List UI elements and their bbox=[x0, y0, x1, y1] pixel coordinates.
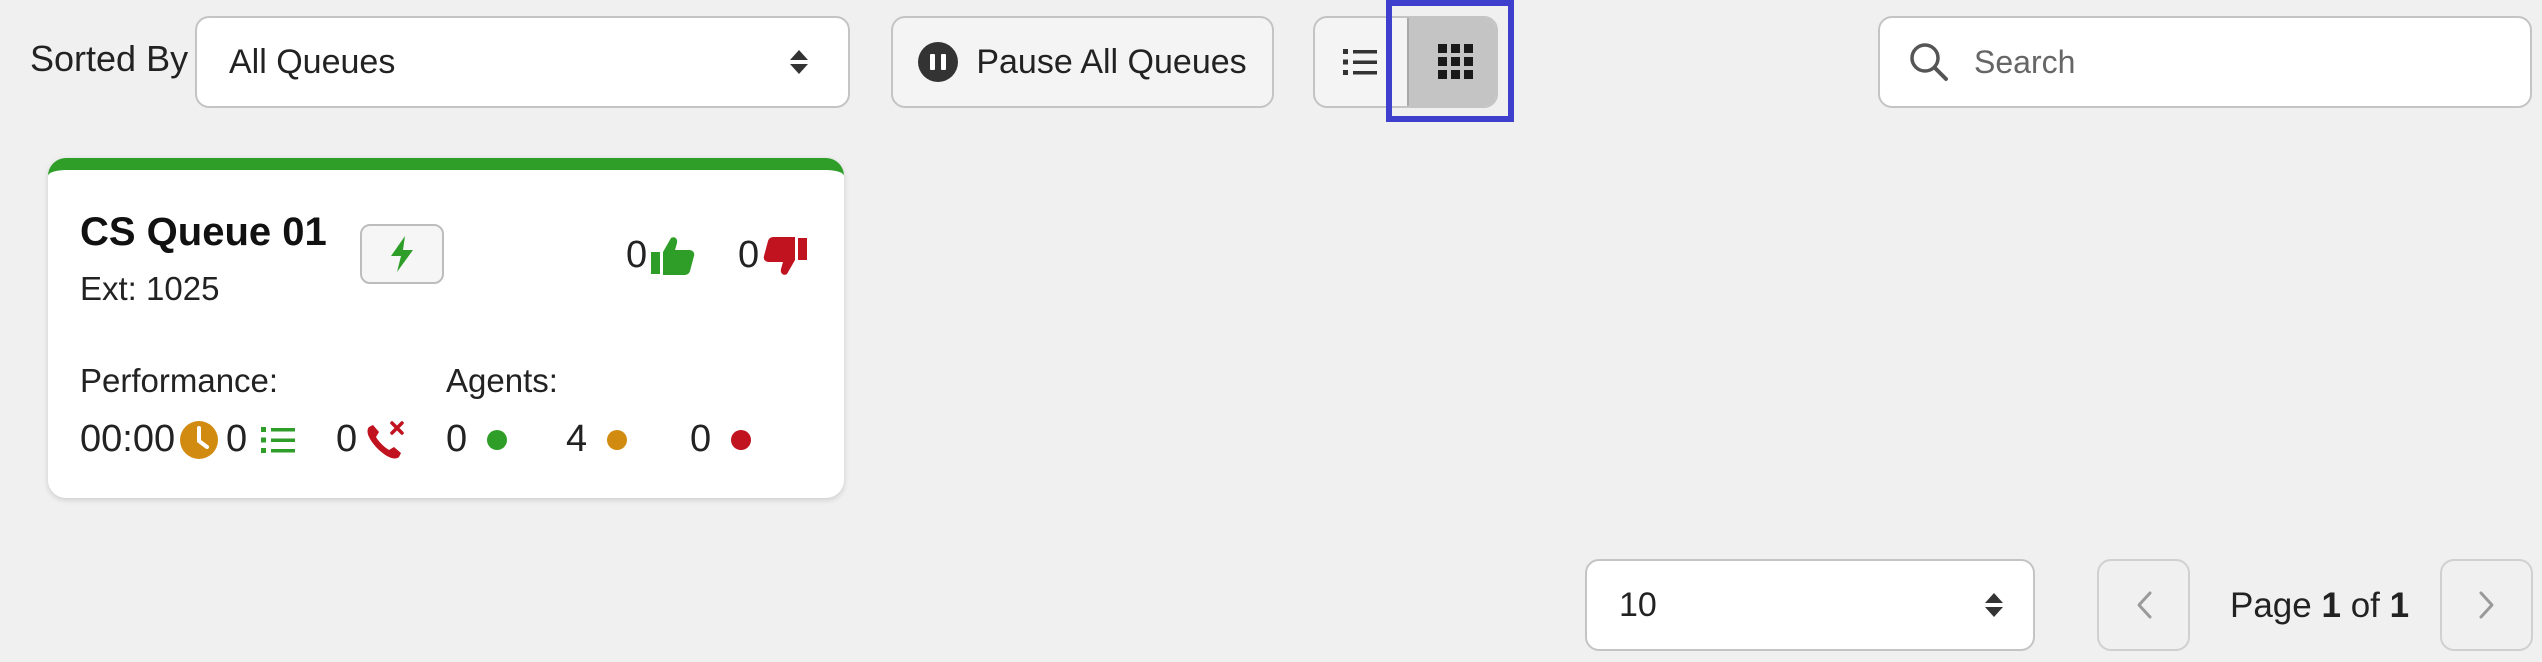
quick-action-button[interactable] bbox=[360, 224, 444, 284]
previous-page-button[interactable] bbox=[2097, 559, 2190, 651]
total-pages: 1 bbox=[2389, 586, 2410, 625]
grid-view-highlight bbox=[1386, 0, 1514, 122]
search-box[interactable] bbox=[1878, 16, 2532, 108]
pause-all-queues-button[interactable]: Pause All Queues bbox=[891, 16, 1274, 108]
agents-busy-value: 4 bbox=[566, 418, 588, 460]
clock-icon bbox=[180, 420, 219, 459]
offline-status-dot bbox=[731, 429, 752, 450]
pause-icon bbox=[918, 42, 959, 82]
wait-time-value: 00:00 bbox=[80, 418, 176, 460]
queue-name: CS Queue 01 bbox=[80, 210, 327, 254]
agents-available-value: 0 bbox=[446, 418, 468, 460]
page-indicator: Page 1 of 1 bbox=[2230, 586, 2409, 626]
of-word: of bbox=[2350, 586, 2380, 625]
queue-list-icon bbox=[261, 426, 296, 453]
select-arrows-icon bbox=[1985, 593, 2003, 617]
available-status-dot bbox=[487, 429, 508, 450]
likes-count: 0 bbox=[626, 234, 695, 277]
dislikes-value: 0 bbox=[738, 234, 760, 276]
agents-offline-value: 0 bbox=[690, 418, 712, 460]
lightning-bolt-icon bbox=[391, 236, 413, 272]
select-arrows-icon bbox=[790, 50, 808, 74]
pause-all-queues-label: Pause All Queues bbox=[976, 42, 1247, 81]
dislikes-count: 0 bbox=[738, 234, 808, 277]
search-input[interactable] bbox=[1972, 42, 2476, 82]
busy-status-dot bbox=[607, 429, 628, 450]
thumbs-down-icon bbox=[763, 236, 808, 275]
page-size-select[interactable]: 10 bbox=[1585, 559, 2035, 651]
missed-calls-value: 0 bbox=[336, 418, 358, 460]
likes-value: 0 bbox=[626, 234, 648, 276]
sort-select[interactable]: All Queues bbox=[195, 16, 850, 108]
page-size-value: 10 bbox=[1619, 585, 1657, 624]
queue-card[interactable]: CS Queue 01 Ext: 1025 0 0 Performance: A… bbox=[48, 158, 844, 498]
wait-time-stat: 00:00 bbox=[80, 418, 219, 461]
agents-busy-stat: 4 bbox=[566, 418, 628, 461]
performance-label: Performance: bbox=[80, 362, 279, 399]
next-page-button[interactable] bbox=[2440, 559, 2533, 651]
search-icon bbox=[1910, 43, 1948, 81]
thumbs-up-icon bbox=[651, 236, 695, 275]
queued-calls-value: 0 bbox=[226, 418, 248, 460]
missed-calls-stat: 0 bbox=[336, 418, 407, 461]
agents-label: Agents: bbox=[446, 362, 558, 399]
page-word: Page bbox=[2230, 586, 2312, 625]
queue-extension: Ext: 1025 bbox=[80, 270, 220, 307]
sort-select-value: All Queues bbox=[229, 42, 396, 81]
sorted-by-label: Sorted By bbox=[30, 38, 189, 79]
queued-calls-stat: 0 bbox=[226, 418, 297, 461]
agents-offline-stat: 0 bbox=[690, 418, 752, 461]
agents-available-stat: 0 bbox=[446, 418, 508, 461]
chevron-left-icon bbox=[2137, 591, 2151, 619]
missed-call-icon bbox=[367, 420, 404, 458]
current-page: 1 bbox=[2321, 586, 2341, 625]
chevron-right-icon bbox=[2479, 591, 2493, 619]
list-icon bbox=[1343, 49, 1377, 75]
